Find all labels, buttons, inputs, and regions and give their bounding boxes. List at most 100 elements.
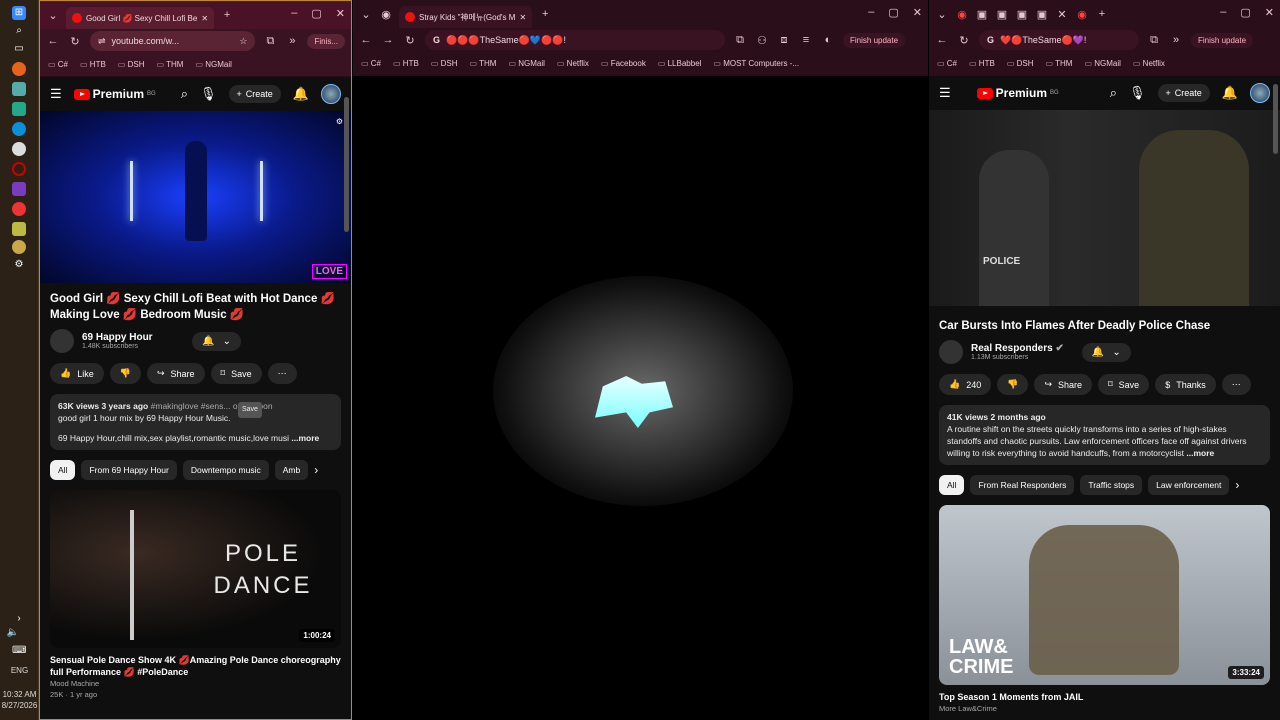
finish-update-button[interactable]: Finish update [843, 32, 906, 48]
next-video-thumbnail[interactable]: POLE DANCE 1:00:24 [50, 490, 341, 648]
maximize-icon[interactable]: ▢ [888, 6, 898, 19]
create-button[interactable]: + Create [228, 85, 281, 103]
address-bar[interactable]: ⇌ youtube.com/w... ☆ [90, 31, 256, 51]
bookmark-item[interactable]: NGMail [195, 60, 232, 69]
terminal-icon[interactable] [12, 222, 26, 236]
description-box[interactable]: 41K views 2 months ago A routine shift o… [939, 405, 1270, 465]
forward-icon[interactable]: → [381, 34, 395, 46]
chip-channel[interactable]: From Real Responders [970, 475, 1075, 495]
search-icon[interactable]: ⌕ [12, 24, 26, 38]
thanks-button[interactable]: $ Thanks [1155, 374, 1216, 395]
channel-avatar[interactable] [50, 329, 74, 353]
bookmark-item[interactable]: THM [469, 59, 496, 68]
new-tab-icon[interactable]: + [538, 8, 552, 20]
pinned-tab-icon[interactable]: ◉ [1075, 8, 1089, 21]
bookmark-item[interactable]: NGMail [508, 59, 545, 68]
youtube-premium-logo[interactable]: Premium BG [976, 86, 1059, 100]
description-box[interactable]: 63K views 3 years ago #makinglove #sens.… [50, 394, 341, 450]
bookmark-item[interactable]: Facebook [601, 59, 646, 68]
tab-search-icon[interactable]: ⌄ [359, 8, 373, 21]
extensions-icon[interactable]: ⧈ [777, 34, 791, 47]
bookmark-item[interactable]: THM [1045, 59, 1072, 68]
close-window-icon[interactable]: ✕ [913, 6, 922, 19]
language-indicator[interactable]: ENG [0, 666, 39, 675]
overflow-chevron-icon[interactable]: » [285, 35, 299, 47]
bookmark-item[interactable]: Netflix [557, 59, 589, 68]
bookmark-item[interactable]: DSH [1007, 59, 1034, 68]
extension-icon[interactable]: ⧉ [733, 34, 747, 47]
reload-icon[interactable]: ↻ [403, 34, 417, 47]
address-bar[interactable]: G ❤️🔴TheSame🔴💜! [979, 30, 1139, 50]
chip-all[interactable]: All [939, 475, 965, 495]
fullscreen-video[interactable] [353, 76, 928, 720]
bell-icon[interactable]: 🔔 [1222, 85, 1238, 101]
keyboard-icon[interactable]: ⌨ [12, 644, 26, 658]
chip-traffic-stops[interactable]: Traffic stops [1080, 475, 1143, 495]
finish-update-button[interactable]: Finish update [1191, 32, 1254, 48]
chip-channel[interactable]: From 69 Happy Hour [81, 460, 177, 480]
dislike-button[interactable]: 👎 [109, 363, 141, 384]
chevron-right-icon[interactable]: › [1235, 478, 1239, 492]
photos-icon[interactable] [12, 82, 26, 96]
close-icon[interactable]: ✕ [201, 14, 208, 23]
firefox-icon[interactable] [12, 62, 26, 76]
chip-law-enforcement[interactable]: Law enforcement [1148, 475, 1230, 495]
save-button[interactable]: ⌑ Save [1098, 374, 1150, 395]
pinned-tab-icon[interactable]: ▣ [975, 8, 989, 21]
maximize-icon[interactable]: ▢ [311, 7, 321, 20]
save-button[interactable]: ⌑ Save [210, 363, 262, 384]
bookmark-item[interactable]: LLBabbel [658, 59, 702, 68]
bookmark-item[interactable]: HTB [393, 59, 419, 68]
menu-icon[interactable]: ☰ [939, 85, 951, 101]
media-icon[interactable]: ≡ [799, 34, 813, 46]
clock-time[interactable]: 10:32 AM [0, 690, 39, 699]
extension-icon-2[interactable]: ⚇ [755, 34, 769, 47]
mic-icon[interactable]: 🎙 [200, 86, 217, 102]
next-video-channel[interactable]: More Law&Crime [929, 703, 1280, 714]
clock-date[interactable]: 8/27/2026 [0, 701, 39, 710]
opera-icon[interactable] [12, 162, 26, 176]
edge-icon[interactable] [12, 122, 26, 136]
reload-icon[interactable]: ↻ [68, 35, 82, 48]
onenote-icon[interactable] [12, 182, 26, 196]
pinned-tab-icon[interactable]: ▣ [1035, 8, 1049, 21]
settings-icon[interactable]: ⚙ [336, 117, 343, 126]
maximize-icon[interactable]: ▢ [1240, 6, 1250, 19]
pinned-tab-icon[interactable]: ▣ [995, 8, 1009, 21]
new-tab-icon[interactable]: + [220, 9, 234, 21]
search-icon[interactable]: ⌕ [181, 86, 188, 102]
bookmark-item[interactable]: DSH [431, 59, 458, 68]
search-icon[interactable]: ⌕ [1110, 85, 1117, 101]
channel-name[interactable]: Real Responders ✔ [971, 343, 1064, 354]
site-info-icon[interactable]: ⇌ [98, 36, 106, 47]
bookmark-item[interactable]: MOST Computers -... [713, 59, 799, 68]
back-icon[interactable]: ← [46, 35, 60, 47]
bookmark-item[interactable]: C# [361, 59, 381, 68]
extensions-icon[interactable]: ⧉ [1147, 34, 1161, 47]
minimize-icon[interactable]: – [1220, 6, 1226, 19]
next-video-title[interactable]: Sensual Pole Dance Show 4K 💋Amazing Pole… [40, 654, 351, 678]
chrome-icon[interactable] [12, 142, 26, 156]
settings-icon[interactable]: ⚙ [12, 258, 26, 272]
back-icon[interactable]: ← [935, 34, 949, 46]
chevron-up-icon[interactable]: › [12, 612, 26, 626]
profile-icon[interactable]: ◐ [821, 34, 835, 46]
finish-update-button[interactable]: Finis... [307, 33, 345, 49]
pinned-tab-icon[interactable]: ◉ [379, 8, 393, 21]
dislike-button[interactable]: 👎 [997, 374, 1029, 395]
youtube-premium-logo[interactable]: Premium BG [73, 87, 156, 101]
tab-youtube-active[interactable]: Good Girl 💋 Sexy Chill Lofi Be ✕ [66, 7, 215, 29]
new-tab-icon[interactable]: + [1095, 8, 1109, 20]
more-actions-button[interactable]: ⋯ [1221, 374, 1251, 395]
chrome-icon-2[interactable] [12, 202, 26, 216]
next-video-thumbnail[interactable]: LAW& CRIME 3:33:24 [939, 505, 1270, 685]
more-actions-button[interactable]: ⋯ [267, 363, 297, 384]
bookmark-item[interactable]: HTB [969, 59, 995, 68]
extensions-icon[interactable]: ⧉ [263, 35, 277, 48]
bell-icon[interactable]: 🔔 [293, 86, 309, 102]
scrollbar[interactable] [1273, 84, 1278, 154]
mic-icon[interactable]: 🎙 [1129, 85, 1146, 101]
channel-name[interactable]: 69 Happy Hour [82, 332, 153, 343]
close-icon[interactable]: ✕ [1055, 8, 1069, 21]
pinned-tab-icon[interactable]: ▣ [1015, 8, 1029, 21]
